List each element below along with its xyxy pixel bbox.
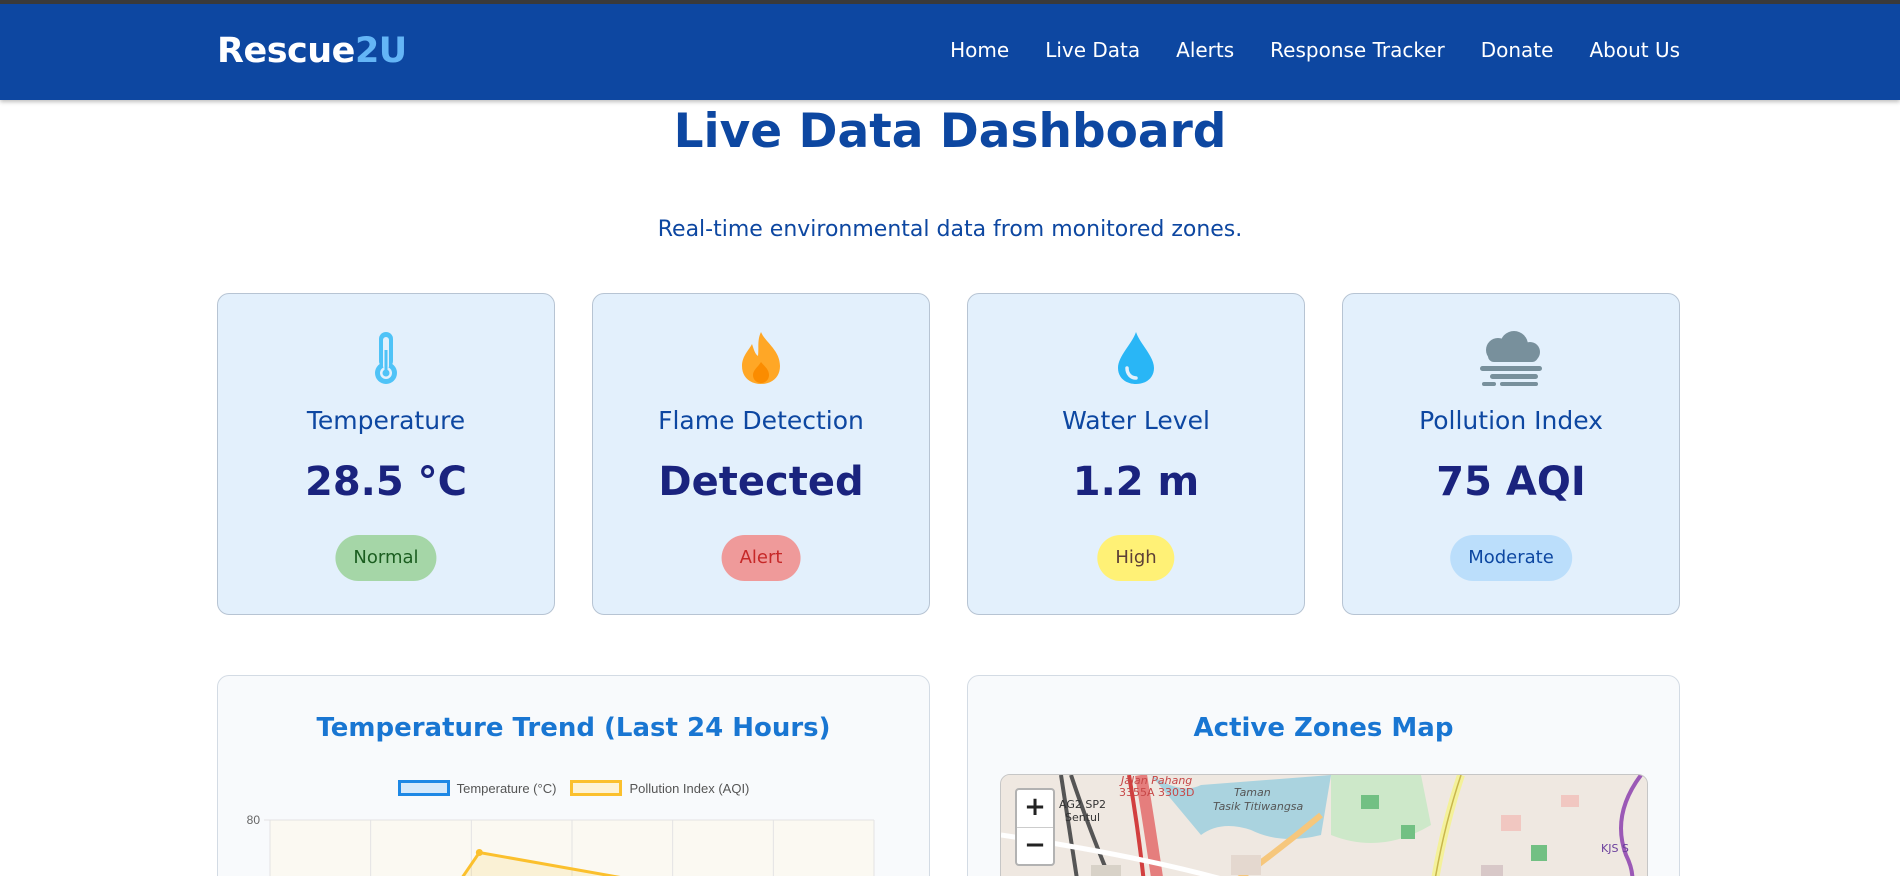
map-label-route-numbers: 3355A 3303D <box>1119 786 1194 799</box>
nav-alerts[interactable]: Alerts <box>1176 38 1234 62</box>
zones-map[interactable]: + − Jalan Pahang 3355A 3303D AG2 SP2 Sen… <box>1000 774 1648 876</box>
map-tiles: Jalan Pahang 3355A 3303D AG2 SP2 Sentul … <box>1001 775 1647 876</box>
page: Rescue2U Home Live Data Alerts Response … <box>0 4 1900 876</box>
smog-icon <box>1343 330 1679 386</box>
zoom-out-button[interactable]: − <box>1017 827 1053 864</box>
flame-detection-value: Detected <box>658 459 864 505</box>
page-title: Live Data Dashboard <box>673 104 1227 159</box>
navbar: Rescue2U Home Live Data Alerts Response … <box>0 4 1900 100</box>
nav-about-us[interactable]: About Us <box>1589 38 1680 62</box>
active-zones-panel: Active Zones Map + − Jalan Pahang 3355A … <box>967 675 1680 876</box>
nav-donate[interactable]: Donate <box>1481 38 1554 62</box>
water-level-label: Water Level <box>1062 406 1210 435</box>
flame-icon <box>593 330 929 386</box>
flame-detection-status-badge: Alert <box>721 535 801 581</box>
page-subtitle: Real-time environmental data from monito… <box>657 217 1243 242</box>
pollution-index-card: Pollution Index 75 AQI Moderate <box>1342 293 1680 615</box>
brand-name: Rescue <box>217 31 355 71</box>
temperature-label: Temperature <box>306 406 466 435</box>
map-title: Active Zones Map <box>1193 713 1454 743</box>
map-label-tasik-titiwangsa: Tasik Titiwangsa <box>1213 800 1304 813</box>
temperature-value: 28.5 °C <box>305 459 467 505</box>
temperature-card: Temperature 28.5 °C Normal <box>217 293 555 615</box>
zoom-in-button[interactable]: + <box>1017 790 1053 827</box>
map-zoom-control: + − <box>1015 788 1055 866</box>
temperature-trend-panel: Temperature Trend (Last 24 Hours) Temper… <box>217 675 930 876</box>
water-drop-icon <box>968 330 1304 386</box>
temperature-status-badge: Normal <box>335 535 437 581</box>
water-level-status-badge: High <box>1097 535 1175 581</box>
map-label-taman: Taman <box>1234 786 1271 799</box>
pollution-data-point <box>475 849 483 856</box>
nav-live-data[interactable]: Live Data <box>1045 38 1140 62</box>
nav-home[interactable]: Home <box>950 38 1009 62</box>
water-level-value: 1.2 m <box>1072 459 1200 505</box>
nav-links: Home Live Data Alerts Response Tracker D… <box>950 38 1680 62</box>
brand-logo[interactable]: Rescue2U <box>217 31 407 71</box>
flame-detection-label: Flame Detection <box>658 406 864 435</box>
trend-chart: 8070 <box>247 813 875 876</box>
thermometer-icon <box>218 330 554 386</box>
pollution-index-label: Pollution Index <box>1419 406 1603 435</box>
water-level-card: Water Level 1.2 m High <box>967 293 1305 615</box>
chart-y-tick-label: 80 <box>247 813 261 827</box>
chart-y-axis: 8070 <box>247 813 261 827</box>
chart-title: Temperature Trend (Last 24 Hours) <box>316 713 831 743</box>
pollution-index-status-badge: Moderate <box>1450 535 1572 581</box>
brand-suffix: 2U <box>354 31 407 71</box>
pollution-index-value: 75 AQI <box>1436 459 1586 505</box>
flame-detection-card: Flame Detection Detected Alert <box>592 293 930 615</box>
nav-response-tracker[interactable]: Response Tracker <box>1270 38 1445 62</box>
map-label-kjs: KJS S <box>1601 842 1629 855</box>
map-label-ag2-sp2: AG2 SP2 <box>1059 798 1106 811</box>
map-label-sentul: Sentul <box>1065 811 1100 824</box>
